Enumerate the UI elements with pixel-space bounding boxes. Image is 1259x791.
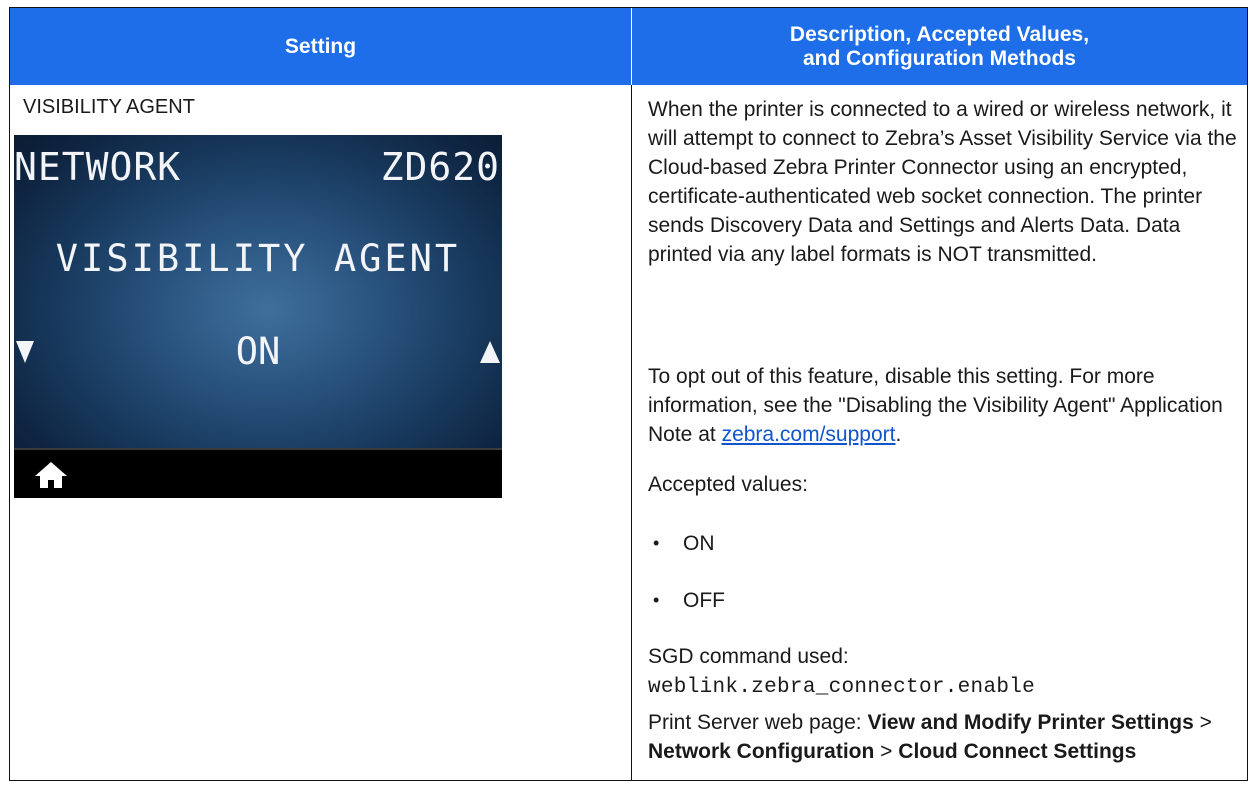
setting-cell: VISIBILITY AGENT NETWORK ZD620 VISIBILIT…	[10, 85, 631, 781]
list-item: • ON	[648, 529, 848, 558]
opt-out-suffix: .	[895, 423, 902, 446]
setting-name: VISIBILITY AGENT	[23, 96, 195, 118]
arrow-up-icon	[480, 341, 500, 363]
path-separator: >	[1199, 711, 1212, 734]
accepted-values-label: Accepted values:	[648, 473, 808, 496]
path-network-config: Network Configuration	[648, 740, 875, 763]
bullet-icon: •	[653, 533, 660, 553]
print-server-paragraph: Print Server web page: View and Modify P…	[648, 708, 1238, 766]
sgd-label: SGD command used:	[648, 645, 849, 668]
printer-lcd-screenshot: NETWORK ZD620 VISIBILITY AGENT ON	[14, 135, 502, 498]
lcd-menu-name: NETWORK	[14, 145, 182, 189]
sgd-command: weblink.zebra_connector.enable	[648, 676, 1036, 699]
path-separator: >	[880, 740, 893, 763]
path-cloud-connect: Cloud Connect Settings	[898, 740, 1137, 763]
header-setting: Setting	[284, 34, 357, 58]
description-cell: When the printer is connected to a wired…	[632, 85, 1247, 781]
header-description-line2: and Configuration Methods	[803, 46, 1076, 70]
print-server-label: Print Server web page:	[648, 711, 862, 734]
support-link[interactable]: zebra.com/support	[722, 423, 896, 446]
bullet-icon: •	[653, 590, 660, 610]
list-item: • OFF	[648, 586, 848, 615]
lcd-model-name: ZD620	[380, 145, 500, 189]
home-icon	[35, 462, 67, 488]
accepted-value-off: OFF	[683, 589, 725, 612]
description-intro: When the printer is connected to a wired…	[648, 98, 1237, 266]
table-header: Setting Description, Accepted Values, an…	[10, 8, 1247, 85]
settings-table: Setting Description, Accepted Values, an…	[9, 7, 1248, 781]
lcd-setting-title: VISIBILITY AGENT	[55, 237, 461, 280]
header-description: Description, Accepted Values, and Config…	[632, 8, 1247, 85]
sgd-command-paragraph: SGD command used: weblink.zebra_connector…	[648, 642, 1238, 702]
lcd-setting-value: ON	[235, 330, 281, 373]
header-description-line1: Description, Accepted Values,	[789, 22, 1090, 46]
lcd-footer-bar	[14, 448, 502, 498]
opt-out-paragraph: To opt out of this feature, disable this…	[648, 362, 1238, 449]
path-view-modify: View and Modify Printer Settings	[867, 711, 1194, 734]
accepted-value-on: ON	[683, 532, 715, 555]
